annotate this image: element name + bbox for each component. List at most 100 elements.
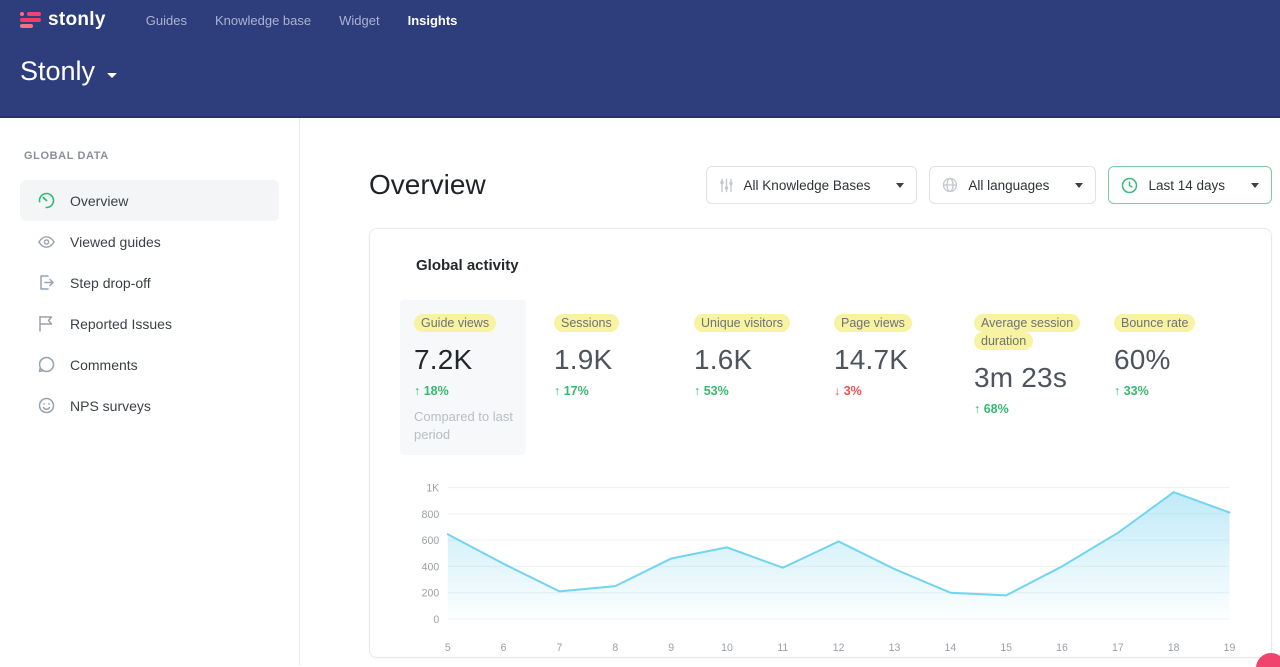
- svg-text:0: 0: [433, 614, 439, 626]
- filters-row: All Knowledge Bases All languages Last 1…: [706, 166, 1272, 204]
- svg-text:800: 800: [422, 509, 440, 521]
- metric-page-views[interactable]: Page views 14.7K ↓ 3%: [820, 300, 960, 410]
- metric-delta: ↑ 33%: [1114, 384, 1226, 398]
- clock-icon: [1121, 177, 1138, 194]
- sidebar-item-label: Step drop-off: [70, 275, 151, 291]
- sidebar-item-comments[interactable]: Comments: [20, 344, 279, 385]
- svg-text:600: 600: [422, 535, 440, 547]
- workspace-row: Stonly: [0, 56, 1280, 87]
- knowledge-base-filter-value: All Knowledge Bases: [744, 178, 871, 193]
- metric-label: Page views: [834, 314, 912, 332]
- svg-text:8: 8: [612, 642, 618, 654]
- metric-unique-visitors[interactable]: Unique visitors 1.6K ↑ 53%: [680, 300, 820, 410]
- card-title: Global activity: [416, 257, 1241, 274]
- svg-text:16: 16: [1056, 642, 1068, 654]
- sidebar-item-label: NPS surveys: [70, 398, 151, 414]
- metric-value: 3m 23s: [974, 362, 1086, 394]
- metric-value: 60%: [1114, 344, 1226, 376]
- svg-text:17: 17: [1112, 642, 1124, 654]
- chevron-down-icon: [896, 183, 904, 188]
- svg-text:13: 13: [889, 642, 901, 654]
- globe-icon: [942, 177, 958, 193]
- svg-text:200: 200: [422, 588, 440, 600]
- svg-text:10: 10: [721, 642, 733, 654]
- metric-value: 7.2K: [414, 344, 512, 376]
- nav-item-knowledge-base[interactable]: Knowledge base: [201, 13, 325, 28]
- sidebar: GLOBAL DATA Overview Viewed guides Step …: [0, 118, 300, 665]
- svg-text:7: 7: [557, 642, 563, 654]
- comment-icon: [38, 356, 55, 373]
- metric-label: Sessions: [554, 314, 619, 332]
- area-chart-svg: 02004006008001K5678910111213141516171819: [400, 469, 1241, 659]
- arrow-up-icon: ↑: [554, 384, 560, 398]
- date-range-value: Last 14 days: [1148, 178, 1225, 193]
- svg-text:1K: 1K: [426, 483, 440, 495]
- sidebar-item-reported-issues[interactable]: Reported Issues: [20, 303, 279, 344]
- metric-delta: ↓ 3%: [834, 384, 946, 398]
- arrow-up-icon: ↑: [974, 402, 980, 416]
- nav-item-insights[interactable]: Insights: [394, 13, 472, 28]
- stonly-logo-icon: [20, 11, 42, 29]
- sidebar-section-title: GLOBAL DATA: [24, 150, 299, 162]
- svg-text:6: 6: [501, 642, 507, 654]
- app-header: stonly Guides Knowledge base Widget Insi…: [0, 0, 1280, 118]
- metrics-row: Guide views 7.2K ↑ 18% Compared to last …: [400, 300, 1241, 455]
- metric-sessions[interactable]: Sessions 1.9K ↑ 17%: [540, 300, 680, 410]
- svg-text:14: 14: [944, 642, 956, 654]
- gauge-icon: [38, 192, 55, 209]
- sidebar-item-label: Reported Issues: [70, 316, 172, 332]
- stonly-logo-text: stonly: [48, 9, 106, 31]
- chevron-down-icon: [1251, 183, 1259, 188]
- svg-text:400: 400: [422, 561, 440, 573]
- metric-label: Average session duration: [974, 314, 1080, 350]
- sliders-icon: [719, 178, 734, 193]
- workspace-title: Stonly: [20, 56, 95, 87]
- chevron-down-icon[interactable]: [107, 73, 117, 78]
- metric-value: 1.9K: [554, 344, 666, 376]
- arrow-up-icon: ↑: [414, 384, 420, 398]
- metric-avg-session-duration[interactable]: Average session duration 3m 23s ↑ 68%: [960, 300, 1100, 428]
- metric-delta: ↑ 68%: [974, 402, 1086, 416]
- sidebar-item-step-drop-off[interactable]: Step drop-off: [20, 262, 279, 303]
- activity-chart[interactable]: 02004006008001K5678910111213141516171819: [400, 469, 1241, 664]
- svg-text:5: 5: [445, 642, 451, 654]
- nav-item-guides[interactable]: Guides: [132, 13, 201, 28]
- metric-bounce-rate[interactable]: Bounce rate 60% ↑ 33%: [1100, 300, 1240, 410]
- nav-item-widget[interactable]: Widget: [325, 13, 393, 28]
- metric-delta: ↑ 18%: [414, 384, 512, 398]
- stonly-logo[interactable]: stonly: [20, 9, 106, 31]
- svg-text:18: 18: [1168, 642, 1180, 654]
- metric-value: 1.6K: [694, 344, 806, 376]
- sidebar-item-nps-surveys[interactable]: NPS surveys: [20, 385, 279, 426]
- top-navigation: stonly Guides Knowledge base Widget Insi…: [0, 0, 1280, 40]
- arrow-up-icon: ↑: [694, 384, 700, 398]
- language-filter-dropdown[interactable]: All languages: [929, 166, 1096, 204]
- arrow-down-icon: ↓: [834, 384, 840, 398]
- global-activity-card: Global activity Guide views 7.2K ↑ 18% C…: [369, 228, 1272, 658]
- metric-guide-views[interactable]: Guide views 7.2K ↑ 18% Compared to last …: [400, 300, 526, 455]
- nav-items: Guides Knowledge base Widget Insights: [132, 13, 472, 28]
- sidebar-item-label: Comments: [70, 357, 138, 373]
- language-filter-value: All languages: [968, 178, 1049, 193]
- svg-text:9: 9: [668, 642, 674, 654]
- date-range-dropdown[interactable]: Last 14 days: [1108, 166, 1272, 204]
- eye-icon: [38, 233, 55, 250]
- arrow-up-icon: ↑: [1114, 384, 1120, 398]
- metric-label: Unique visitors: [694, 314, 790, 332]
- knowledge-base-filter-dropdown[interactable]: All Knowledge Bases: [706, 166, 918, 204]
- metric-label: Guide views: [414, 314, 496, 332]
- metric-value: 14.7K: [834, 344, 946, 376]
- main-content: Overview All Knowledge Bases All languag…: [300, 118, 1280, 665]
- svg-text:11: 11: [777, 642, 788, 654]
- exit-box-icon: [38, 274, 55, 291]
- sidebar-item-overview[interactable]: Overview: [20, 180, 279, 221]
- metric-delta: ↑ 17%: [554, 384, 666, 398]
- metric-delta: ↑ 53%: [694, 384, 806, 398]
- sidebar-item-viewed-guides[interactable]: Viewed guides: [20, 221, 279, 262]
- metric-label: Bounce rate: [1114, 314, 1195, 332]
- metric-caption: Compared to last period: [414, 408, 522, 443]
- page-title: Overview: [369, 169, 486, 201]
- smiley-icon: [38, 397, 55, 414]
- sidebar-item-label: Viewed guides: [70, 234, 161, 250]
- svg-text:15: 15: [1000, 642, 1012, 654]
